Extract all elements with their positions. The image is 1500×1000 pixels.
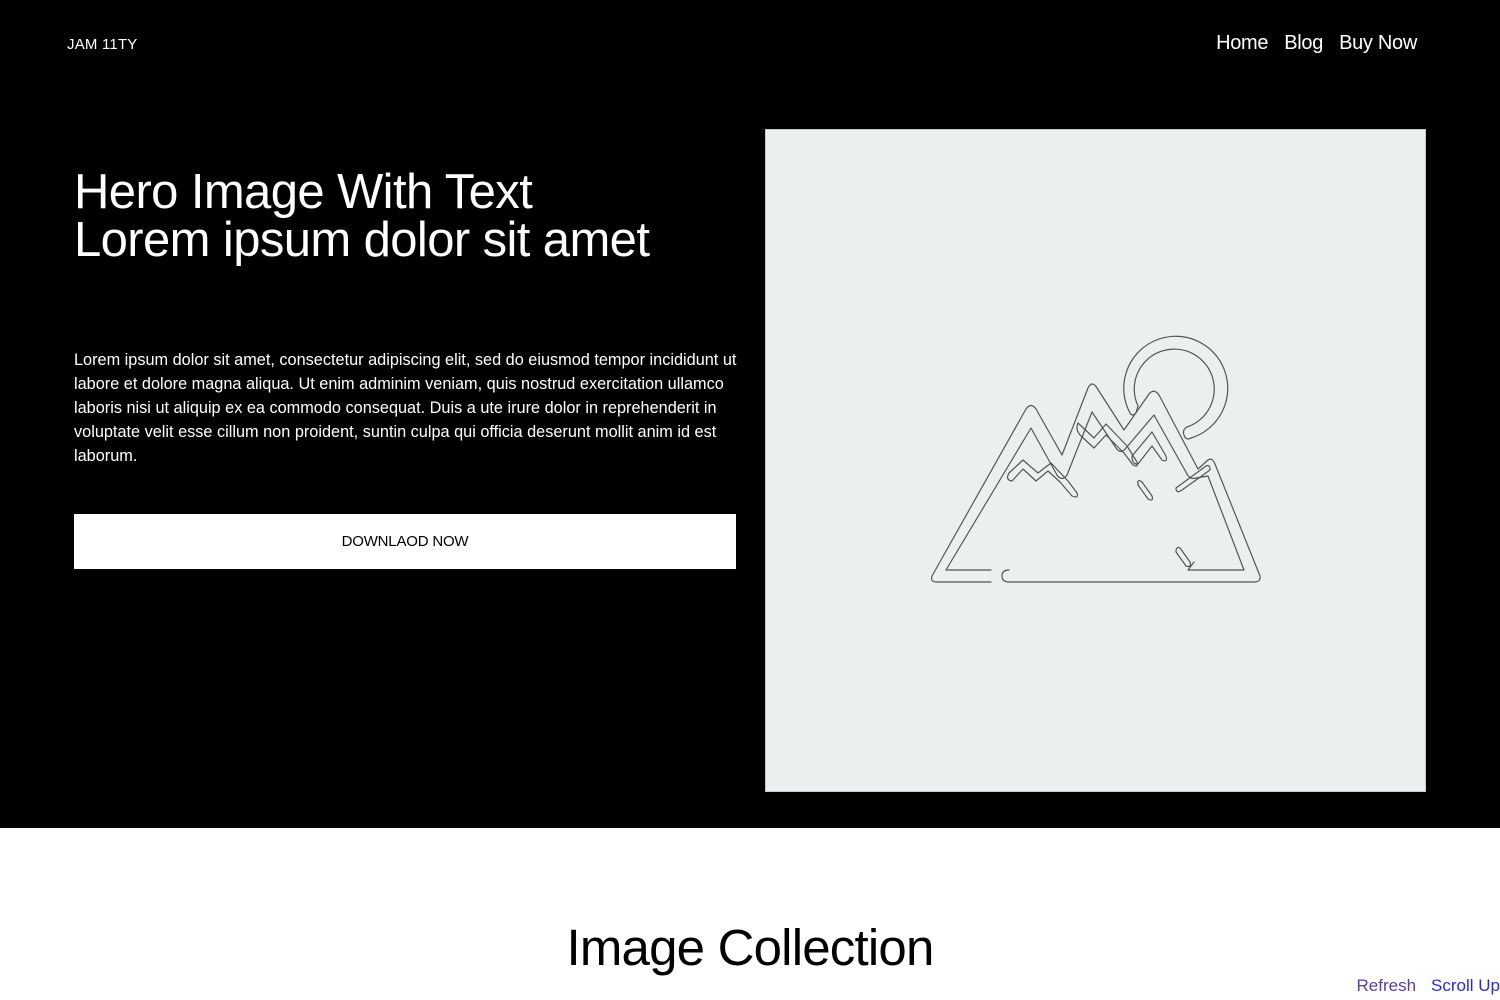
nav-link-blog[interactable]: Blog [1284, 32, 1323, 55]
site-logo[interactable]: JAM 11TY [67, 36, 138, 53]
mountain-sun-icon [930, 335, 1261, 583]
nav-link-home[interactable]: Home [1216, 32, 1268, 55]
refresh-link[interactable]: Refresh [1357, 976, 1417, 996]
hero-section: JAM 11TY Home Blog Buy Now Hero Image Wi… [0, 0, 1500, 828]
hero-description: Lorem ipsum dolor sit amet, consectetur … [74, 351, 737, 465]
hero-title: Hero Image With Text Lorem ipsum dolor s… [74, 165, 754, 267]
hero-title-line-2: Lorem ipsum dolor sit amet [74, 213, 650, 267]
nav-link-buy-now[interactable]: Buy Now [1339, 32, 1417, 55]
scroll-up-link[interactable]: Scroll Up [1431, 976, 1500, 996]
main-nav: Home Blog Buy Now [1216, 32, 1417, 55]
utility-links: Refresh Scroll Up [1357, 976, 1500, 996]
hero-image-placeholder [765, 129, 1426, 792]
hero-title-line-1: Hero Image With Text [74, 165, 533, 219]
download-now-button[interactable]: DOWNLAOD NOW [74, 514, 736, 569]
image-collection-heading: Image Collection [566, 919, 934, 976]
page: JAM 11TY Home Blog Buy Now Hero Image Wi… [0, 0, 1500, 1000]
